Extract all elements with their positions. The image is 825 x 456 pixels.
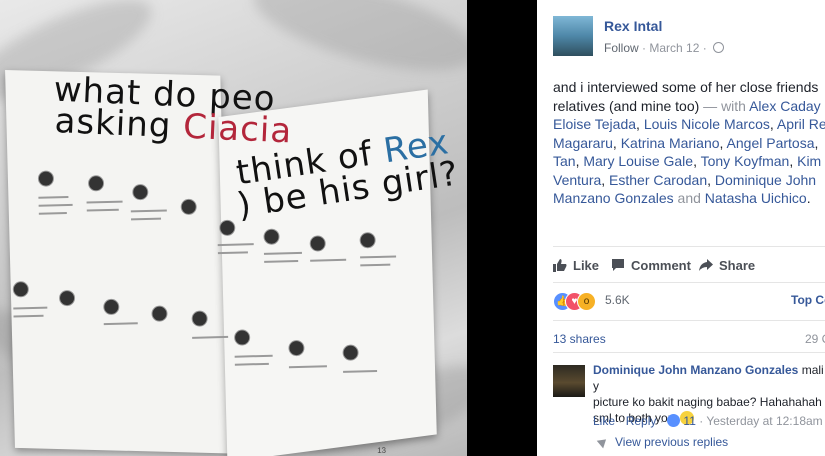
tagged-person[interactable]: April Re [777, 116, 825, 132]
share-button[interactable]: Share [699, 258, 755, 273]
divider [553, 320, 825, 321]
tagged-person[interactable]: Angel Partosa [727, 135, 815, 151]
reaction-count[interactable]: 5.6K [605, 293, 630, 307]
comment-reply-link[interactable]: Reply [626, 414, 657, 428]
divider [553, 352, 825, 353]
commenter-avatar[interactable] [553, 365, 585, 397]
comment-like-link[interactable]: Like [593, 414, 615, 428]
commenter-name[interactable]: Dominique John Manzano Gonzales [593, 363, 798, 377]
follow-link[interactable]: Follow [604, 41, 639, 55]
like-button[interactable]: Like [553, 258, 599, 273]
magazine-headline-line2: asking Ciacia [53, 101, 293, 152]
shares-count[interactable]: 13 shares [553, 332, 606, 346]
photo-viewer[interactable]: what do peo asking Ciacia think of Rex )… [0, 0, 537, 456]
top-comments-filter[interactable]: Top Co [791, 293, 825, 307]
tagged-person[interactable]: Manzano Gonzales [553, 190, 674, 206]
tagged-person[interactable]: Eloise Tejada [553, 116, 636, 132]
divider [553, 246, 825, 247]
comment-button[interactable]: Comment [611, 258, 691, 273]
share-icon [699, 259, 713, 271]
tagged-person[interactable]: Louis Nicole Marcos [644, 116, 770, 132]
comment-icon [612, 259, 624, 271]
divider [553, 282, 825, 283]
reply-arrow-icon [596, 435, 610, 449]
magazine-spread: what do peo asking Ciacia think of Rex )… [5, 53, 461, 456]
tagged-person[interactable]: Kim [797, 153, 821, 169]
tagged-person[interactable]: Mary Louise Gale [583, 153, 693, 169]
post-panel: Rex Intal Follow · March 12 · and i inte… [537, 0, 825, 456]
tagged-person[interactable]: Magararu [553, 135, 613, 151]
tagged-person[interactable]: Alex Caday [749, 98, 821, 114]
magazine-page-number: 13 [377, 445, 387, 456]
wow-reaction-icon: o [577, 292, 596, 311]
author-name[interactable]: Rex Intal [604, 18, 662, 34]
globe-icon [713, 42, 725, 53]
comment-actions: Like · Reply · 11 · Yesterday at 12:18am [593, 414, 823, 428]
comment-like-count[interactable]: 11 [683, 414, 695, 428]
post-date[interactable]: March 12 [649, 41, 699, 55]
comments-count: 29 C [805, 332, 825, 346]
tagged-person[interactable]: Dominique John [715, 172, 816, 188]
tagged-person[interactable]: Ventura [553, 172, 601, 188]
author-avatar[interactable] [553, 16, 593, 56]
tagged-person[interactable]: Esther Carodan [609, 172, 707, 188]
tagged-person[interactable]: Tony Koyfman [701, 153, 790, 169]
tagged-person[interactable]: Natasha Uichico [705, 190, 807, 206]
post-meta: Follow · March 12 · [604, 41, 725, 55]
comment-time[interactable]: Yesterday at 12:18am [706, 414, 822, 428]
post-photo[interactable]: what do peo asking Ciacia think of Rex )… [0, 0, 467, 456]
tagged-person[interactable]: Tan [553, 153, 576, 169]
tagged-person[interactable]: Katrina Mariano [621, 135, 720, 151]
like-count-icon [667, 414, 681, 427]
post-text: and i interviewed some of her close frie… [553, 79, 825, 206]
thumbs-up-icon [553, 259, 567, 272]
view-previous-replies[interactable]: View previous replies [596, 435, 728, 449]
